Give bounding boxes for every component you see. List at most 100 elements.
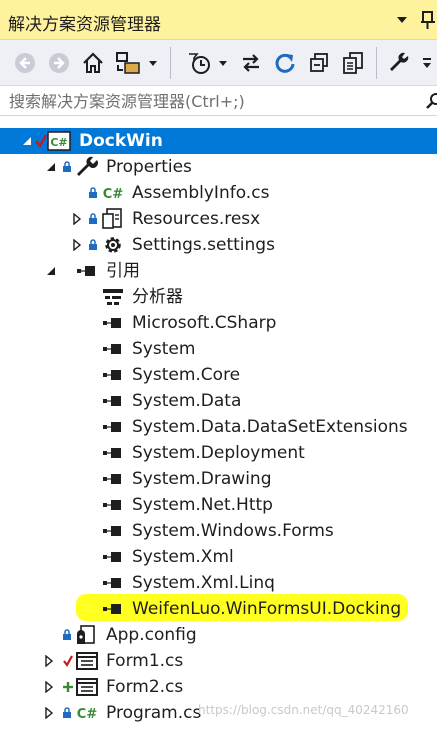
search-bar	[0, 86, 437, 116]
lock-icon	[88, 232, 98, 258]
pending-check-icon	[34, 128, 48, 154]
window-position-dropdown-icon[interactable]	[393, 12, 411, 28]
tree-item-label: System.Data	[132, 391, 242, 411]
tree-item-label: AssemblyInfo.cs	[132, 183, 270, 203]
tree-item-resources-resx[interactable]: Resources.resx	[0, 206, 437, 232]
tree-item-references[interactable]: 引用	[0, 258, 437, 284]
pending-check-icon	[62, 648, 74, 674]
tree-item-analyzers[interactable]: 分析器	[0, 284, 437, 310]
reference-icon	[76, 258, 98, 284]
reference-icon	[102, 596, 124, 622]
collapsed-arrow-icon[interactable]	[70, 206, 84, 232]
collapsed-arrow-icon[interactable]	[42, 648, 56, 674]
reference-icon	[102, 570, 124, 596]
tree-item-reference[interactable]: Microsoft.CSharp	[0, 310, 437, 336]
tree-item-reference[interactable]: System.Windows.Forms	[0, 518, 437, 544]
tree-item-settings-settings[interactable]: Settings.settings	[0, 232, 437, 258]
gear-icon	[102, 232, 124, 258]
svg-text:C#: C#	[103, 187, 124, 202]
tree-item-label: System.Data.DataSetExtensions	[132, 417, 408, 437]
tree-item-reference[interactable]: System	[0, 336, 437, 362]
show-all-files-icon[interactable]	[340, 49, 366, 77]
collapsed-arrow-icon[interactable]	[42, 700, 56, 726]
tree-item-app-config[interactable]: App.config	[0, 622, 437, 648]
csharp-file-icon: C#	[74, 700, 100, 726]
watermark: https://blog.csdn.net/qq_40242160	[198, 703, 409, 717]
toolbar-separator	[170, 47, 171, 79]
csharp-project-icon: C#	[47, 128, 71, 154]
tree-item-label: 引用	[106, 261, 140, 281]
search-input[interactable]	[0, 86, 425, 116]
tree-item-label: Settings.settings	[132, 235, 275, 255]
home-icon[interactable]	[80, 49, 106, 77]
tree-item-label: Form2.cs	[106, 677, 184, 697]
tree-item-reference-weifenluo[interactable]: WeifenLuo.WinFormsUI.Docking	[0, 596, 437, 622]
tree-item-label: Program.cs	[106, 703, 202, 723]
tree-item-label: System.Xml.Linq	[132, 573, 275, 593]
tree-item-label: App.config	[106, 625, 197, 645]
wrench-icon	[75, 154, 99, 180]
lock-icon	[62, 154, 72, 180]
tree-item-form2-cs[interactable]: Form2.cs	[0, 674, 437, 700]
tree-item-reference[interactable]: System.Data	[0, 388, 437, 414]
toolbar-overflow-icon[interactable]	[420, 49, 434, 77]
toolbar	[0, 40, 437, 86]
tree-item-properties[interactable]: Properties	[0, 154, 437, 180]
svg-text:C#: C#	[50, 136, 67, 149]
form-icon	[75, 648, 99, 674]
tree-item-project-dockwin[interactable]: C# DockWin	[0, 128, 437, 154]
collapsed-arrow-icon[interactable]	[42, 674, 56, 700]
reference-icon	[102, 362, 124, 388]
tree-item-label: System.Core	[132, 365, 241, 385]
forward-icon[interactable]	[46, 49, 72, 77]
expanded-arrow-icon[interactable]	[44, 154, 58, 180]
pending-add-icon	[62, 674, 74, 700]
tree-item-reference[interactable]: System.Net.Http	[0, 492, 437, 518]
tree-item-label: 分析器	[132, 287, 183, 307]
properties-wrench-icon[interactable]	[386, 49, 412, 77]
tree-item-form1-cs[interactable]: Form1.cs	[0, 648, 437, 674]
solution-tree: C# DockWin Properties C# AssemblyInfo.cs	[0, 124, 437, 731]
tree-item-label: System.Windows.Forms	[132, 521, 334, 541]
switch-views-dropdown-icon[interactable]	[146, 49, 160, 77]
tree-item-label: System	[132, 339, 196, 359]
collapsed-arrow-icon[interactable]	[70, 232, 84, 258]
tree-item-reference[interactable]: System.Xml	[0, 544, 437, 570]
lock-icon	[62, 622, 72, 648]
filter-dropdown-icon[interactable]	[216, 49, 230, 77]
expanded-arrow-icon[interactable]	[20, 128, 34, 154]
reference-icon	[102, 388, 124, 414]
lock-icon	[88, 180, 98, 206]
sync-icon[interactable]	[238, 49, 264, 77]
tree-item-reference[interactable]: System.Data.DataSetExtensions	[0, 414, 437, 440]
tree-item-reference[interactable]: System.Xml.Linq	[0, 570, 437, 596]
tree-item-label: Form1.cs	[106, 651, 184, 671]
reference-icon	[102, 440, 124, 466]
tree-item-reference[interactable]: System.Core	[0, 362, 437, 388]
csharp-file-icon: C#	[100, 180, 126, 206]
tree-item-label: System.Xml	[132, 547, 234, 567]
expanded-arrow-icon[interactable]	[44, 258, 58, 284]
tree-item-reference[interactable]: System.Deployment	[0, 440, 437, 466]
toolbar-separator	[376, 47, 377, 79]
refresh-icon[interactable]	[272, 49, 298, 77]
resource-file-icon	[101, 206, 125, 232]
tree-item-label: Resources.resx	[132, 209, 261, 229]
reference-icon	[102, 336, 124, 362]
pending-changes-filter-icon[interactable]	[186, 49, 214, 77]
tree-item-label: System.Net.Http	[132, 495, 273, 515]
tree-item-label: System.Deployment	[132, 443, 305, 463]
tree-item-reference[interactable]: System.Drawing	[0, 466, 437, 492]
tree-item-label: Properties	[106, 157, 192, 177]
search-icon[interactable]	[425, 92, 437, 110]
pin-icon[interactable]	[420, 10, 437, 30]
switch-views-icon[interactable]	[114, 49, 142, 77]
reference-icon	[102, 414, 124, 440]
reference-icon	[102, 466, 124, 492]
back-icon[interactable]	[12, 49, 38, 77]
tree-item-label: DockWin	[79, 131, 163, 151]
config-file-icon	[75, 622, 97, 648]
svg-text:C#: C#	[77, 707, 98, 722]
tree-item-assemblyinfo-cs[interactable]: C# AssemblyInfo.cs	[0, 180, 437, 206]
collapse-all-icon[interactable]	[306, 49, 332, 77]
